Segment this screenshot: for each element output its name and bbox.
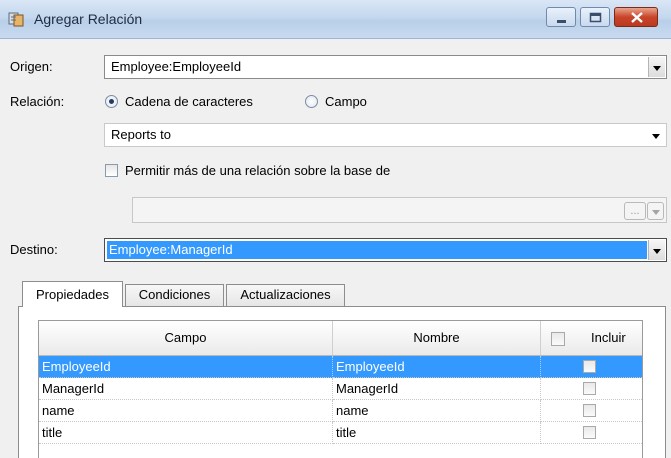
table-row-cell-nombre[interactable]: title bbox=[333, 422, 541, 444]
destino-dropdown-button[interactable] bbox=[648, 240, 665, 260]
incluir-checkbox[interactable] bbox=[583, 382, 596, 395]
radio-campo-label[interactable]: Campo bbox=[325, 94, 367, 109]
origen-value: Employee:EmployeeId bbox=[111, 59, 242, 74]
table-row-cell-nombre[interactable]: ManagerId bbox=[333, 378, 541, 400]
maximize-button[interactable] bbox=[580, 7, 610, 27]
base-de-field: ... bbox=[132, 197, 667, 223]
origen-dropdown[interactable]: Employee:EmployeeId bbox=[104, 55, 667, 79]
table-row-cell-incluir[interactable] bbox=[541, 422, 642, 444]
base-de-dropdown-button bbox=[647, 202, 664, 220]
maximize-icon bbox=[589, 12, 602, 23]
table-row-cell-nombre[interactable]: EmployeeId bbox=[333, 356, 541, 378]
incluir-checkbox[interactable] bbox=[583, 360, 596, 373]
relacion-label: Relación: bbox=[10, 94, 65, 109]
column-header-nombre[interactable]: Nombre bbox=[333, 321, 541, 356]
table-row-cell-nombre[interactable]: name bbox=[333, 400, 541, 422]
fields-grid[interactable]: Campo Nombre Incluir EmployeeId Employee… bbox=[38, 320, 643, 458]
table-row-cell-campo[interactable]: title bbox=[39, 422, 333, 444]
column-header-incluir-label: Incluir bbox=[591, 330, 626, 345]
origen-label: Origen: bbox=[10, 59, 53, 74]
minimize-button[interactable] bbox=[546, 7, 576, 27]
close-button[interactable] bbox=[614, 7, 658, 27]
destino-dropdown[interactable]: Employee:ManagerId bbox=[104, 238, 667, 262]
app-icon bbox=[8, 12, 24, 27]
radio-cadena-label[interactable]: Cadena de caracteres bbox=[125, 94, 253, 109]
relacion-value: Reports to bbox=[111, 127, 171, 142]
chevron-down-icon bbox=[653, 249, 661, 254]
destino-label: Destino: bbox=[10, 242, 58, 257]
tab-actualizaciones[interactable]: Actualizaciones bbox=[226, 284, 345, 306]
close-icon bbox=[631, 12, 643, 23]
relacion-value-combo[interactable]: Reports to bbox=[104, 123, 667, 147]
column-header-incluir[interactable]: Incluir bbox=[541, 321, 642, 356]
table-row-cell-incluir[interactable] bbox=[541, 400, 642, 422]
permitir-label[interactable]: Permitir más de una relación sobre la ba… bbox=[125, 163, 390, 178]
radio-selected-dot bbox=[109, 99, 114, 104]
table-row-cell-incluir[interactable] bbox=[541, 378, 642, 400]
tab-condiciones[interactable]: Condiciones bbox=[125, 284, 224, 306]
tab-propiedades[interactable]: Propiedades bbox=[22, 281, 123, 307]
table-row-cell-campo[interactable]: ManagerId bbox=[39, 378, 333, 400]
window-title: Agregar Relación bbox=[34, 11, 143, 27]
destino-value: Employee:ManagerId bbox=[107, 241, 647, 259]
permitir-checkbox[interactable] bbox=[105, 164, 118, 177]
table-row-cell-incluir[interactable] bbox=[541, 356, 642, 378]
origen-dropdown-button[interactable] bbox=[648, 57, 665, 77]
column-header-campo[interactable]: Campo bbox=[39, 321, 333, 356]
chevron-down-icon bbox=[653, 66, 661, 71]
minimize-icon bbox=[557, 20, 566, 23]
table-row-cell-campo[interactable]: name bbox=[39, 400, 333, 422]
select-all-checkbox[interactable] bbox=[551, 332, 565, 346]
ellipsis-button: ... bbox=[624, 202, 646, 220]
radio-campo[interactable] bbox=[305, 95, 318, 108]
title-bar[interactable]: Agregar Relación bbox=[0, 0, 671, 39]
radio-cadena[interactable] bbox=[105, 95, 118, 108]
chevron-down-icon bbox=[652, 210, 660, 215]
table-row-cell-campo[interactable]: EmployeeId bbox=[39, 356, 333, 378]
incluir-checkbox[interactable] bbox=[583, 404, 596, 417]
incluir-checkbox[interactable] bbox=[583, 426, 596, 439]
chevron-down-icon[interactable] bbox=[652, 134, 660, 139]
